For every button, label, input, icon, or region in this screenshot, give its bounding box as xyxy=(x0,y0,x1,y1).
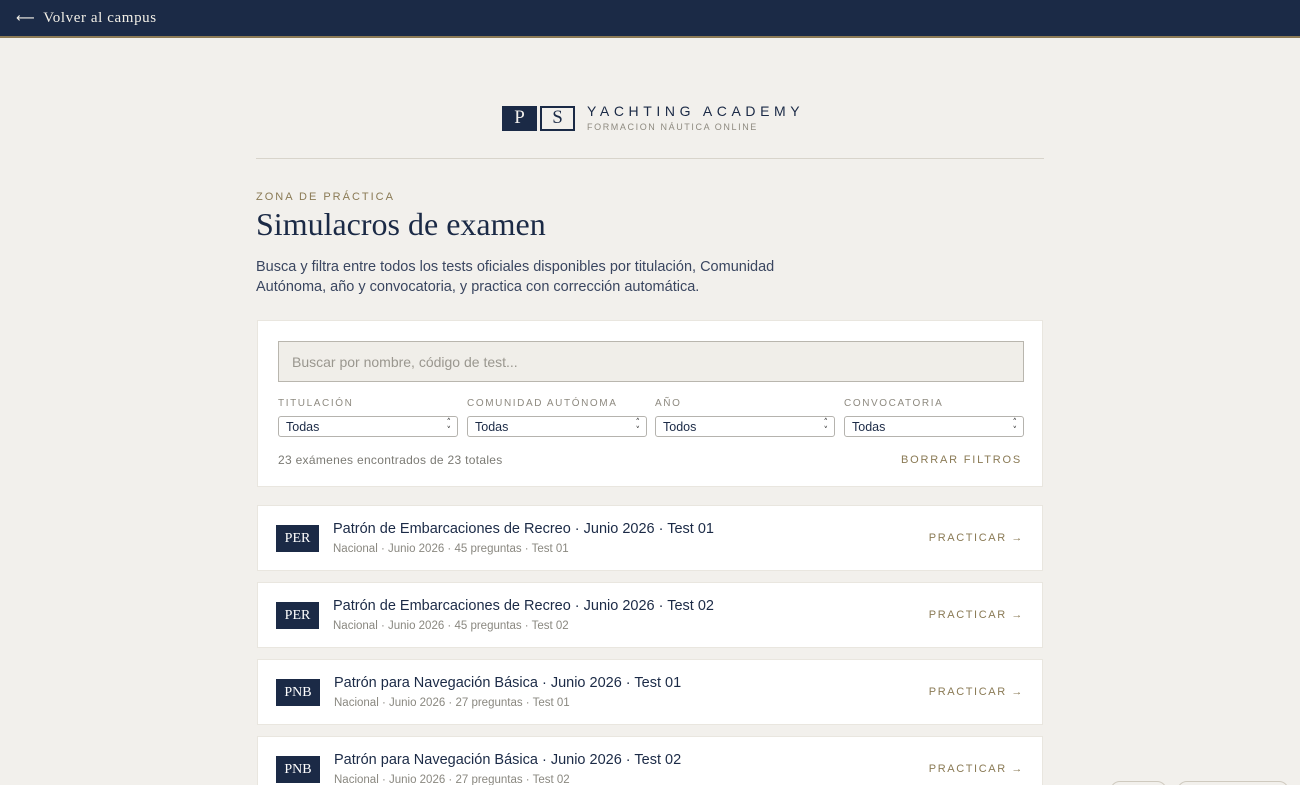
exam-badge: PNB xyxy=(276,679,320,706)
brand-subtitle: FORMACION NÁUTICA ONLINE xyxy=(587,122,758,132)
result-count: 23 exámenes encontrados de 23 totales xyxy=(278,453,503,467)
exam-meta: Nacional · Junio 2026 · 45 preguntas · T… xyxy=(333,620,569,632)
floating-button[interactable] xyxy=(1177,781,1289,785)
select-value: Todas xyxy=(852,419,886,434)
filter-label: COMUNIDAD AUTÓNOMA xyxy=(467,398,618,409)
titulacion-select[interactable]: Todas ˄ ˅ xyxy=(278,416,458,437)
filter-anio: AÑO Todos ˄ ˅ xyxy=(655,398,835,437)
anio-select[interactable]: Todos ˄ ˅ xyxy=(655,416,835,437)
exam-meta: Nacional · Junio 2026 · 27 preguntas · T… xyxy=(334,697,570,709)
select-value: Todas xyxy=(286,419,320,434)
select-arrows-icon: ˄ ˅ xyxy=(823,417,829,436)
exam-card[interactable]: PNB Patrón para Navegación Básica · Juni… xyxy=(257,659,1043,725)
practice-button[interactable]: PRACTICAR → xyxy=(929,609,1024,621)
exam-title: Patrón de Embarcaciones de Recreo · Juni… xyxy=(333,521,714,537)
exam-title: Patrón para Navegación Básica · Junio 20… xyxy=(334,675,682,691)
comunidad-select[interactable]: Todas ˄ ˅ xyxy=(467,416,647,437)
exam-card[interactable]: PER Patrón de Embarcaciones de Recreo · … xyxy=(257,505,1043,571)
back-to-campus-link[interactable]: ⟵ Volver al campus xyxy=(16,10,157,27)
top-bar: ⟵ Volver al campus xyxy=(0,0,1300,38)
brand-title: YACHTING ACADEMY xyxy=(587,103,805,119)
arrow-left-icon: ⟵ xyxy=(16,10,36,26)
page-intro: Busca y filtra entre todos los tests ofi… xyxy=(256,259,775,295)
filter-label: TITULACIÓN xyxy=(278,398,354,409)
exam-card[interactable]: PER Patrón de Embarcaciones de Recreo · … xyxy=(257,582,1043,648)
select-arrows-icon: ˄ ˅ xyxy=(446,417,452,436)
filter-label: AÑO xyxy=(655,398,682,409)
page-title: Simulacros de examen xyxy=(256,206,546,242)
filter-panel: Buscar por nombre, código de test... TIT… xyxy=(257,320,1043,487)
exam-card[interactable]: PNB Patrón para Navegación Básica · Juni… xyxy=(257,736,1043,785)
header-divider xyxy=(256,158,1044,159)
filter-label: CONVOCATORIA xyxy=(844,398,944,409)
back-link-label: Volver al campus xyxy=(43,9,157,26)
section-eyebrow: ZONA DE PRÁCTICA xyxy=(256,191,395,203)
filter-comunidad: COMUNIDAD AUTÓNOMA Todas ˄ ˅ xyxy=(467,398,647,437)
search-input[interactable]: Buscar por nombre, código de test... xyxy=(278,341,1024,382)
floating-button[interactable] xyxy=(1110,781,1167,785)
exam-meta: Nacional · Junio 2026 · 27 preguntas · T… xyxy=(334,774,570,785)
exam-badge: PNB xyxy=(276,756,320,783)
exam-title: Patrón de Embarcaciones de Recreo · Juni… xyxy=(333,598,714,614)
select-arrows-icon: ˄ ˅ xyxy=(635,417,641,436)
select-arrows-icon: ˄ ˅ xyxy=(1012,417,1018,436)
exam-badge: PER xyxy=(276,602,319,629)
convocatoria-select[interactable]: Todas ˄ ˅ xyxy=(844,416,1024,437)
monogram-s: S xyxy=(540,105,575,131)
select-value: Todas xyxy=(475,419,509,434)
practice-button[interactable]: PRACTICAR → xyxy=(929,763,1024,775)
exam-meta: Nacional · Junio 2026 · 45 preguntas · T… xyxy=(333,543,569,555)
brand-logo: P S YACHTING ACADEMY FORMACION NÁUTICA O… xyxy=(502,104,804,132)
filter-titulacion: TITULACIÓN Todas ˄ ˅ xyxy=(278,398,458,437)
brand-monogram: P S xyxy=(502,105,575,131)
practice-button[interactable]: PRACTICAR → xyxy=(929,532,1024,544)
clear-filters-button[interactable]: BORRAR FILTROS xyxy=(901,454,1022,466)
exam-title: Patrón para Navegación Básica · Junio 20… xyxy=(334,752,682,768)
practice-button[interactable]: PRACTICAR → xyxy=(929,686,1024,698)
select-value: Todos xyxy=(663,419,697,434)
filter-convocatoria: CONVOCATORIA Todas ˄ ˅ xyxy=(844,398,1024,437)
monogram-p: P xyxy=(502,105,537,131)
exam-badge: PER xyxy=(276,525,319,552)
